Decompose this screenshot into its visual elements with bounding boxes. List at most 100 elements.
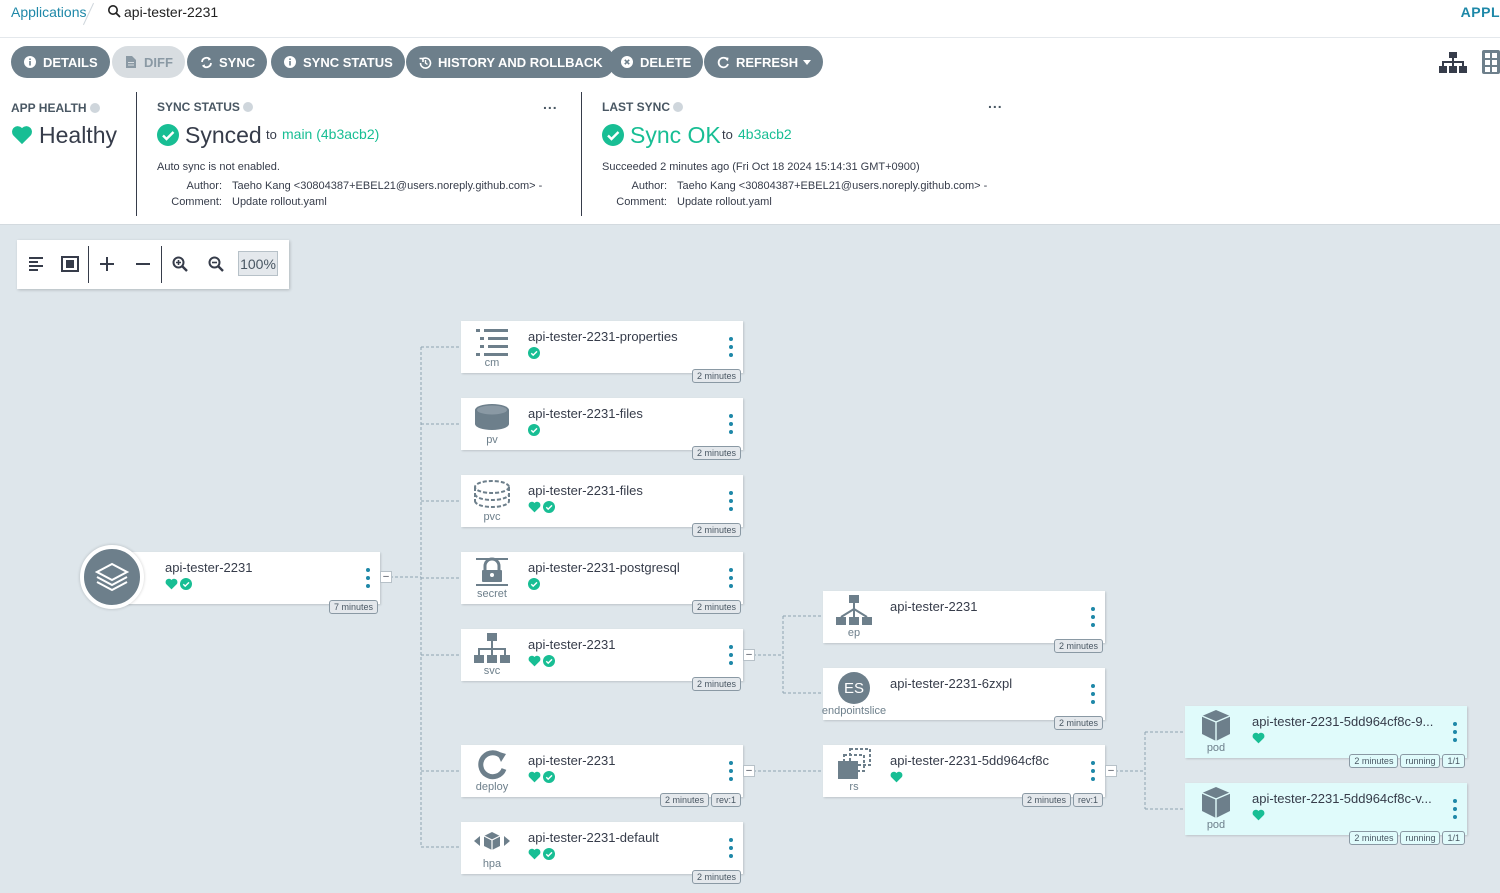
delete-button[interactable]: DELETE <box>608 46 704 78</box>
resource-node-pvc[interactable]: pvc api-tester-2231-files 2 minutes <box>461 475 743 537</box>
fit-to-screen-icon[interactable] <box>59 253 81 275</box>
info-icon <box>283 55 297 69</box>
resource-node-endpointslice[interactable]: ES endpointslice api-tester-2231-6zxpl 2… <box>821 668 1105 730</box>
grid-view-icon[interactable] <box>1482 50 1500 74</box>
endpoints-icon: ep <box>829 593 879 641</box>
node-menu-icon[interactable] <box>729 838 733 858</box>
node-menu-icon[interactable] <box>729 761 733 781</box>
refresh-icon <box>716 55 730 69</box>
age-tag: 2 minutes <box>1053 716 1103 730</box>
refresh-button[interactable]: REFRESH <box>704 46 824 78</box>
check-circle-icon <box>543 848 555 860</box>
age-tag: 2 minutes <box>691 523 741 537</box>
author-value: Taeho Kang <30804387+EBEL21@users.norepl… <box>232 180 543 192</box>
zoom-out-icon[interactable] <box>205 253 227 275</box>
heart-icon <box>528 848 541 860</box>
collapse-toggle[interactable]: – <box>743 765 755 777</box>
author-label: Author: <box>186 180 222 192</box>
resource-node-rs[interactable]: rs api-tester-2231-5dd964cf8c 2 minutes r… <box>823 745 1105 807</box>
status-icons <box>528 501 555 513</box>
details-button[interactable]: DETAILS <box>11 46 110 78</box>
caret-down-icon <box>803 59 812 65</box>
divider <box>161 246 162 283</box>
breadcrumb-current-app[interactable]: api-tester-2231 <box>124 4 218 20</box>
node-menu-icon[interactable] <box>1453 722 1457 742</box>
collapse-toggle[interactable]: – <box>743 649 755 661</box>
age-tag: 2 minutes <box>691 446 741 460</box>
resource-tree-canvas[interactable]: 100% api-tester-2231 7 minutes – cm api-… <box>0 225 1500 893</box>
node-menu-icon[interactable] <box>1453 799 1457 819</box>
heart-icon <box>1252 732 1265 744</box>
collapse-all-icon[interactable] <box>132 253 154 275</box>
resource-node-svc[interactable]: svc api-tester-2231 2 minutes <box>461 629 743 691</box>
collapse-toggle[interactable]: – <box>380 571 392 583</box>
top-right-label[interactable]: APPL <box>1461 4 1500 20</box>
check-circle-icon <box>543 501 555 513</box>
comment-label: Comment: <box>616 196 667 208</box>
sync-button[interactable]: SYNC <box>187 46 268 78</box>
help-icon[interactable] <box>89 103 100 113</box>
age-tag: 2 minutes <box>659 793 709 807</box>
info-icon <box>23 55 37 69</box>
node-menu-icon[interactable] <box>729 414 733 434</box>
resource-node-cm[interactable]: cm api-tester-2231-properties 2 minutes <box>461 321 743 383</box>
revision-tag: rev:1 <box>710 793 741 807</box>
resource-node-pod[interactable]: pod api-tester-2231-5dd964cf8c-9... 2 mi… <box>1185 706 1467 768</box>
resource-node-deploy[interactable]: deploy api-tester-2231 2 minutes rev:1 <box>461 745 743 807</box>
tree-view-icon[interactable] <box>1439 52 1467 74</box>
node-menu-icon[interactable] <box>729 491 733 511</box>
last-sync-more-button[interactable]: ... <box>988 95 1003 111</box>
node-kind: rs <box>849 781 859 793</box>
resource-node-hpa[interactable]: hpa api-tester-2231-default 2 minutes <box>461 822 743 884</box>
check-circle-icon <box>602 124 624 146</box>
node-kind: pv <box>486 434 498 446</box>
node-name: api-tester-2231-files <box>528 483 643 498</box>
align-left-icon[interactable] <box>26 253 48 275</box>
node-menu-icon[interactable] <box>729 568 733 588</box>
breadcrumb-applications[interactable]: Applications <box>11 4 87 20</box>
history-rollback-button[interactable]: HISTORY AND ROLLBACK <box>406 46 615 78</box>
resource-node-pod[interactable]: pod api-tester-2231-5dd964cf8c-v... 2 mi… <box>1185 783 1467 845</box>
age-tag: 2 minutes <box>1053 639 1103 653</box>
status-icons <box>528 771 555 783</box>
age-tag: 2 minutes <box>1349 754 1399 768</box>
help-icon[interactable] <box>242 102 253 112</box>
application-icon[interactable] <box>80 545 144 609</box>
last-sync-title: LAST SYNC <box>602 100 671 114</box>
help-icon[interactable] <box>673 102 684 112</box>
resource-node-secret[interactable]: secret api-tester-2231-postgresql 2 minu… <box>461 552 743 614</box>
persistent-volume-icon: pv <box>467 400 517 448</box>
node-kind: ep <box>847 627 861 639</box>
es-badge: ES <box>838 672 870 704</box>
last-sync-revision-link[interactable]: 4b3acb2 <box>738 126 792 142</box>
node-kind: endpointslice <box>821 705 887 717</box>
node-kind: deploy <box>475 781 509 793</box>
node-menu-icon[interactable] <box>1091 761 1095 781</box>
search-icon[interactable] <box>107 4 121 18</box>
sync-status-heading: SYNC STATUS <box>157 100 253 114</box>
node-menu-icon[interactable] <box>729 645 733 665</box>
status-icons <box>528 424 540 436</box>
diff-button[interactable]: DIFF <box>112 46 185 78</box>
node-menu-icon[interactable] <box>366 568 370 588</box>
node-menu-icon[interactable] <box>729 337 733 357</box>
expand-all-icon[interactable] <box>96 253 118 275</box>
collapse-toggle[interactable]: – <box>1105 765 1117 777</box>
check-circle-icon <box>157 124 179 146</box>
sync-status-more-button[interactable]: ... <box>543 96 558 112</box>
resource-node-ep[interactable]: ep api-tester-2231 2 minutes <box>823 591 1105 653</box>
delete-label: DELETE <box>640 54 692 70</box>
zoom-in-icon[interactable] <box>169 253 191 275</box>
sync-status-button[interactable]: SYNC STATUS <box>271 46 405 78</box>
sync-revision-link[interactable]: main (4b3acb2) <box>282 126 379 142</box>
toolbar: DETAILS DIFF SYNC SYNC STATUS HISTORY AN… <box>0 38 1500 88</box>
node-menu-icon[interactable] <box>1091 684 1095 704</box>
node-name: api-tester-2231-properties <box>528 329 678 344</box>
configmap-icon: cm <box>467 323 517 371</box>
age-tag: 2 minutes <box>691 369 741 383</box>
resource-node-pv[interactable]: pv api-tester-2231-files 2 minutes <box>461 398 743 460</box>
deployment-icon: deploy <box>467 747 517 795</box>
node-menu-icon[interactable] <box>1091 607 1095 627</box>
heart-icon <box>165 578 178 590</box>
heart-icon <box>1252 809 1265 821</box>
